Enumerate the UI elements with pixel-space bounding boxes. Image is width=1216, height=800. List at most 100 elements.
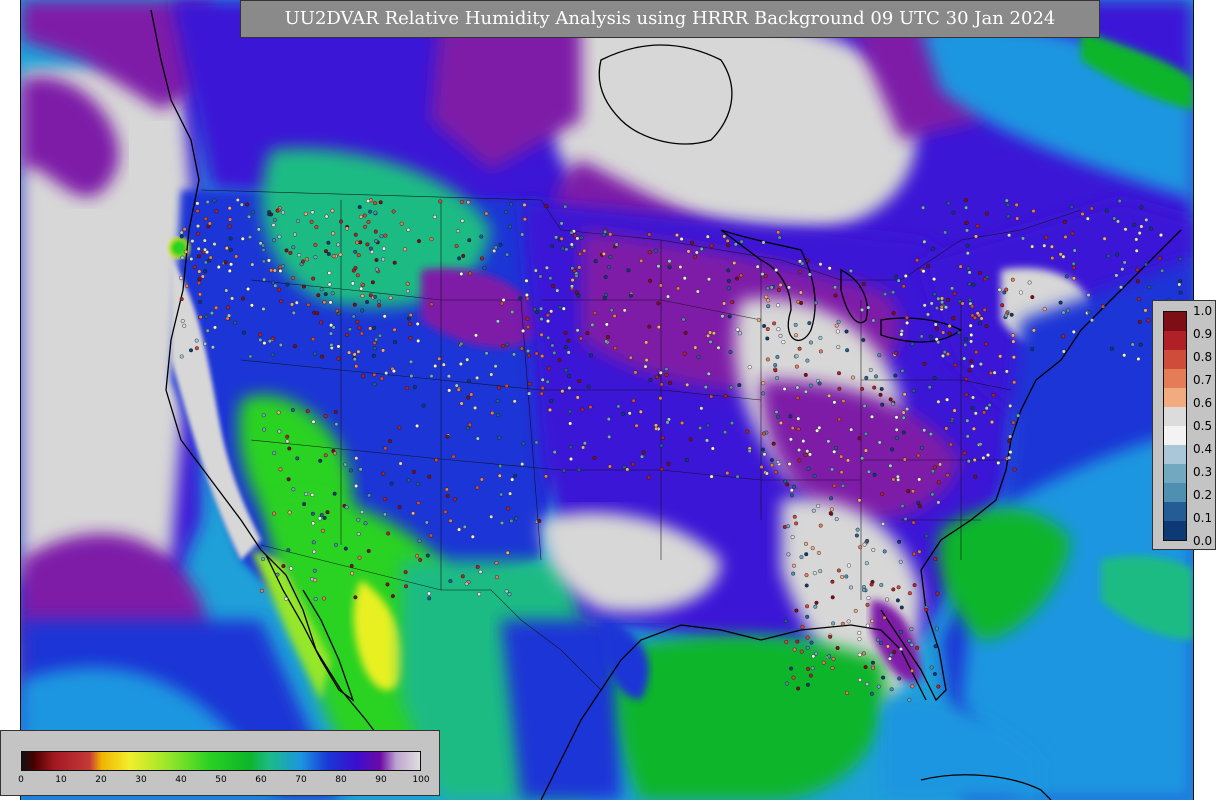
station-marker [327, 282, 332, 287]
station-marker [277, 429, 282, 434]
station-marker [1147, 285, 1152, 290]
station-marker [659, 443, 664, 448]
station-marker [388, 439, 393, 444]
station-marker [945, 397, 950, 402]
station-marker [310, 210, 315, 215]
station-marker [371, 353, 376, 358]
station-marker [550, 244, 555, 249]
rh-colorbar-tick: 20 [95, 775, 107, 785]
station-marker [456, 229, 461, 234]
station-marker [1012, 467, 1017, 472]
rh-colorbar-tick: 30 [135, 775, 147, 785]
station-marker [357, 555, 362, 560]
station-marker [612, 314, 617, 319]
station-marker [1011, 333, 1016, 338]
station-marker [306, 302, 311, 307]
station-marker [270, 280, 275, 285]
station-marker [362, 213, 367, 218]
station-marker [305, 409, 310, 414]
station-marker [970, 406, 975, 411]
station-marker [544, 265, 549, 270]
station-marker [256, 227, 261, 232]
station-marker [320, 528, 325, 533]
station-marker [1135, 279, 1140, 284]
station-marker [389, 481, 394, 486]
station-marker [1030, 347, 1035, 352]
station-marker [664, 373, 669, 378]
station-marker [489, 372, 494, 377]
station-marker [180, 319, 185, 324]
station-marker [382, 314, 387, 319]
station-marker [606, 265, 611, 270]
station-marker [990, 420, 995, 425]
station-marker [895, 436, 900, 441]
station-marker [482, 266, 487, 271]
station-marker [958, 264, 963, 269]
station-marker [837, 386, 842, 391]
station-marker [284, 596, 289, 601]
station-marker [415, 482, 420, 487]
station-marker [405, 386, 410, 391]
station-marker [926, 264, 931, 269]
station-marker [1009, 312, 1014, 317]
station-marker [942, 350, 947, 355]
station-marker [311, 337, 316, 342]
station-marker [382, 512, 387, 517]
obs-colorbar-tick: 0.1 [1193, 511, 1213, 525]
station-marker [350, 571, 355, 576]
station-marker [357, 325, 362, 330]
station-marker [901, 415, 906, 420]
station-marker [939, 304, 944, 309]
station-marker [313, 351, 318, 356]
station-marker [858, 545, 863, 550]
station-marker [226, 313, 231, 318]
station-marker [775, 355, 780, 360]
station-marker [827, 266, 832, 271]
station-marker [895, 598, 900, 603]
station-marker [1027, 280, 1032, 285]
station-marker [321, 596, 326, 601]
station-marker [366, 549, 371, 554]
station-marker [404, 584, 409, 589]
station-marker [510, 310, 515, 315]
station-marker [539, 317, 544, 322]
station-marker [729, 385, 734, 390]
station-marker [329, 343, 334, 348]
station-marker [709, 243, 714, 248]
station-marker [862, 542, 867, 547]
station-marker [646, 475, 651, 480]
station-marker [551, 284, 556, 289]
station-marker [415, 321, 420, 326]
station-marker [678, 265, 683, 270]
station-marker [776, 460, 781, 465]
station-marker [480, 256, 485, 261]
station-marker [789, 666, 794, 671]
station-marker [1069, 204, 1074, 209]
station-marker [872, 385, 877, 390]
station-marker [1004, 287, 1009, 292]
station-marker [261, 307, 266, 312]
station-marker [936, 480, 941, 485]
station-marker [1071, 265, 1076, 270]
station-marker [816, 504, 821, 509]
station-marker [278, 467, 283, 472]
station-marker [197, 277, 202, 282]
station-marker [870, 414, 875, 419]
station-marker [452, 497, 457, 502]
station-marker [1071, 276, 1076, 281]
station-marker [297, 253, 302, 258]
station-marker [1011, 339, 1016, 344]
station-marker [303, 211, 308, 216]
station-marker [871, 665, 876, 670]
station-marker [947, 331, 952, 336]
station-marker [505, 550, 510, 555]
station-marker [539, 306, 544, 311]
station-marker [1031, 328, 1036, 333]
station-marker [854, 533, 859, 538]
station-marker [334, 542, 339, 547]
station-marker [570, 284, 575, 289]
station-marker [216, 265, 221, 270]
station-marker [797, 448, 802, 453]
station-marker [398, 461, 403, 466]
station-marker [343, 462, 348, 467]
